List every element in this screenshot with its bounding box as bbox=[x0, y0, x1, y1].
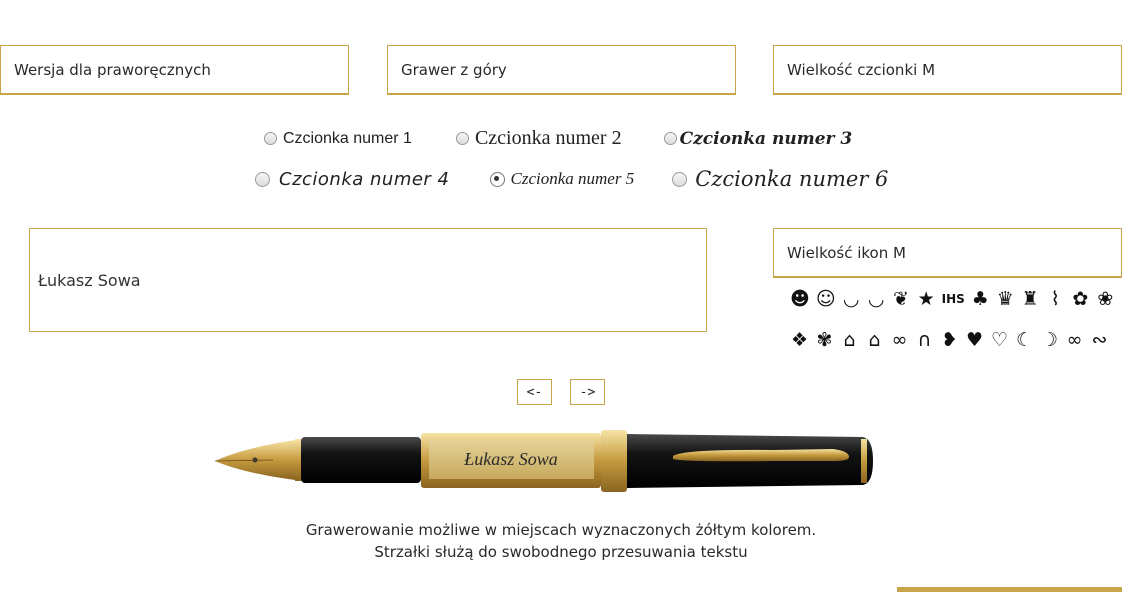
ihs-icon[interactable]: IHS bbox=[942, 292, 965, 306]
icon-size-value: Wielkość ikon M bbox=[787, 243, 906, 262]
font-size-value: Wielkość czcionki M bbox=[787, 60, 936, 79]
smile-outline-icon[interactable]: ☺ bbox=[816, 288, 836, 310]
font-radio-row-1: Czcionka numer 1 Czcionka numer 2 Czcion… bbox=[264, 127, 852, 150]
moon-icon[interactable]: ☾ bbox=[1015, 329, 1034, 351]
font-label-4: Czcionka numer 4 bbox=[279, 168, 450, 190]
hand-version-value: Wersja dla praworęcznych bbox=[14, 60, 211, 79]
move-left-button[interactable]: <- bbox=[517, 379, 552, 405]
engrave-position-value: Grawer z góry bbox=[401, 60, 507, 79]
font-radio-row-2: Czcionka numer 4 Czcionka numer 5 Czcion… bbox=[255, 167, 888, 191]
icon-size-select[interactable]: Wielkość ikon M bbox=[773, 228, 1122, 278]
submit-button[interactable] bbox=[897, 587, 1122, 592]
rings-icon[interactable]: ∞ bbox=[890, 329, 909, 351]
star-icon[interactable]: ★ bbox=[917, 288, 936, 310]
dove-icon[interactable]: ☽ bbox=[1040, 329, 1059, 351]
heart-outline-icon[interactable]: ♡ bbox=[990, 329, 1009, 351]
hint-line-1: Grawerowanie możliwe w miejscach wyznacz… bbox=[305, 521, 817, 539]
smile-closed-icon[interactable]: ◡ bbox=[867, 288, 886, 310]
font-label-6: Czcionka numer 6 bbox=[695, 167, 889, 191]
rose-bud-icon[interactable]: ❀ bbox=[1096, 288, 1115, 310]
rose-icon[interactable]: ✿ bbox=[1071, 288, 1090, 310]
clover-icon[interactable]: ♣ bbox=[971, 288, 990, 310]
move-right-label: -> bbox=[579, 384, 596, 400]
infinity-icon[interactable]: ∞ bbox=[1065, 329, 1084, 351]
font-radio-1[interactable] bbox=[264, 132, 277, 145]
smile-grin-icon[interactable]: ☻ bbox=[790, 288, 810, 310]
font-radio-5[interactable] bbox=[489, 171, 505, 187]
move-right-button[interactable]: -> bbox=[570, 379, 605, 405]
icon-picker-row-2: ❖ ✾ ⌂ ⌂ ∞ ∩ ❥ ♥ ♡ ☾ ☽ ∞ ∾ bbox=[790, 329, 1109, 351]
font-radio-4[interactable] bbox=[255, 171, 270, 187]
crown-icon[interactable]: ♛ bbox=[996, 288, 1015, 310]
font-label-3: Czcionka numer 3 bbox=[679, 128, 853, 149]
paw-icon[interactable]: ❖ bbox=[790, 329, 809, 351]
font-size-select[interactable]: Wielkość czcionki M bbox=[773, 45, 1122, 95]
graduation-cap-icon[interactable]: ⌂ bbox=[840, 329, 859, 351]
horseshoe-icon[interactable]: ∩ bbox=[915, 329, 934, 351]
pen-grip bbox=[295, 439, 301, 481]
font-label-5: Czcionka numer 5 bbox=[510, 169, 635, 188]
font-option-3[interactable]: Czcionka numer 3 bbox=[663, 128, 853, 149]
feather-icon[interactable]: ❦ bbox=[892, 288, 911, 310]
graduation-cap-alt-icon[interactable]: ⌂ bbox=[865, 329, 884, 351]
pen-engraving-text: Łukasz Sowa bbox=[463, 449, 558, 469]
heart-icon[interactable]: ♥ bbox=[965, 329, 984, 351]
font-option-5[interactable]: Czcionka numer 5 bbox=[489, 169, 635, 189]
font-option-6[interactable]: Czcionka numer 6 bbox=[672, 167, 888, 191]
font-radio-2[interactable] bbox=[455, 132, 469, 145]
hand-version-select[interactable]: Wersja dla praworęcznych bbox=[0, 45, 349, 95]
font-option-1[interactable]: Czcionka numer 1 bbox=[264, 130, 412, 148]
font-radio-6[interactable] bbox=[672, 171, 688, 187]
icon-picker-row-1: ☻ ☺ ◡ ◡ ❦ ★ IHS ♣ ♛ ♜ ⌇ ✿ ❀ bbox=[790, 288, 1115, 310]
hint-line-2: Strzałki służą do swobodnego przesuwania… bbox=[374, 543, 748, 561]
font-option-2[interactable]: Czcionka numer 2 bbox=[455, 127, 622, 150]
engrave-position-select[interactable]: Grawer z góry bbox=[387, 45, 736, 95]
pen-preview: Łukasz Sowa bbox=[214, 430, 873, 492]
infinity-outline-icon[interactable]: ∾ bbox=[1090, 329, 1109, 351]
engraving-text-value: Łukasz Sowa bbox=[38, 270, 141, 290]
chess-king-icon[interactable]: ♜ bbox=[1021, 288, 1040, 310]
font-label-1: Czcionka numer 1 bbox=[283, 129, 412, 147]
font-label-2: Czcionka numer 2 bbox=[474, 127, 622, 149]
heart-curved-icon[interactable]: ❥ bbox=[940, 329, 959, 351]
flower-icon[interactable]: ✾ bbox=[815, 329, 834, 351]
smile-wide-icon[interactable]: ◡ bbox=[842, 288, 861, 310]
move-left-label: <- bbox=[526, 384, 543, 400]
font-option-4[interactable]: Czcionka numer 4 bbox=[255, 169, 450, 190]
candle-icon[interactable]: ⌇ bbox=[1046, 288, 1065, 310]
engraving-text-field[interactable]: Łukasz Sowa bbox=[29, 228, 707, 332]
font-radio-3[interactable] bbox=[663, 132, 677, 145]
